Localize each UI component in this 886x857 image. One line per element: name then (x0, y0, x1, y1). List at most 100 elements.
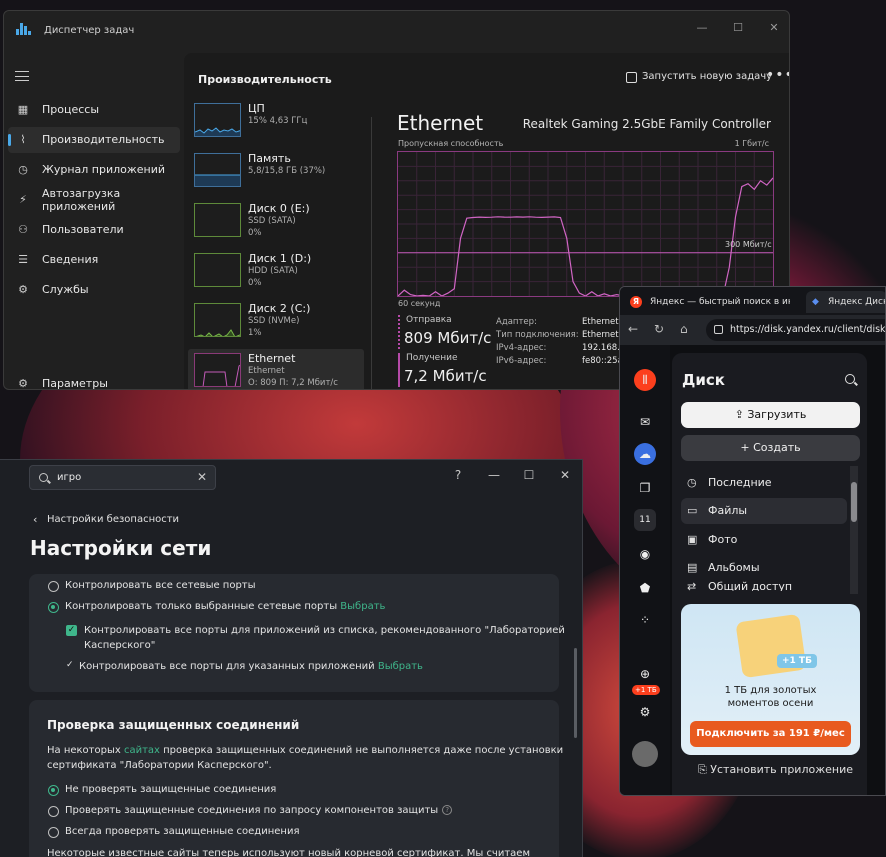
back-arrow-icon[interactable]: ← (628, 322, 638, 336)
description-text: проверка защищенных соединений не выполн… (159, 745, 564, 756)
settings-gear-icon[interactable]: ⚙ (634, 701, 656, 723)
scrollbar-thumb[interactable] (851, 482, 857, 522)
address-bar[interactable]: https://disk.yandex.ru/client/disk? (706, 319, 885, 341)
radio-no-scan[interactable] (48, 785, 59, 796)
select-ports-link[interactable]: Выбрать (340, 601, 385, 612)
settings-search-input[interactable]: игро ✕ (29, 465, 216, 490)
grid-icon: ▦ (17, 103, 29, 116)
resource-item-disk-1[interactable]: Диск 1 (D:) HDD (SATA) 0% (188, 249, 364, 297)
nav-label: Журнал приложений (42, 163, 166, 176)
help-icon[interactable]: ? (442, 805, 453, 815)
nav-item-services[interactable]: ⚙ Службы (8, 277, 180, 303)
resource-stat: 0% (248, 278, 262, 288)
disk-sidebar: Диск ⇪ Загрузить + Создать ◷ Последние ▭… (672, 353, 867, 795)
nav-item-startup[interactable]: ⚡ Автозагрузка приложений (8, 187, 180, 215)
disk-nav-files[interactable]: ▭ Файлы (681, 498, 847, 524)
radio-always-scan[interactable] (48, 827, 59, 838)
nav-item-settings[interactable]: ⚙ Параметры (8, 371, 180, 389)
disk-icon[interactable]: ☁ (634, 443, 656, 465)
subscribe-button[interactable]: Подключить за 191 ₽/мес (690, 721, 851, 747)
install-icon: ⎘ (698, 763, 711, 776)
minimize-button[interactable]: — (687, 17, 717, 39)
run-task-icon (626, 72, 637, 83)
maximize-button[interactable]: ☐ (519, 468, 539, 482)
disk-thumbnail-graph (194, 253, 241, 287)
install-label: Установить приложение (710, 763, 854, 776)
notes-icon[interactable]: ⬟ (634, 577, 656, 599)
tab-title: Яндекс Диск (828, 297, 886, 307)
select-apps-link[interactable]: Выбрать (378, 661, 423, 672)
resource-item-ethernet[interactable]: Ethernet Ethernet О: 809 П: 7,2 Мбит/с (188, 349, 364, 389)
mail-icon[interactable]: ✉ (634, 411, 656, 433)
radio-all-ports[interactable] (48, 581, 59, 592)
create-button[interactable]: + Создать (681, 435, 860, 461)
docs-icon[interactable]: ❐ (634, 477, 656, 499)
upgrade-icon[interactable]: ⊕ (634, 663, 656, 685)
resource-item-disk-2[interactable]: Диск 2 (C:) SSD (NVMe) 1% (188, 299, 364, 347)
reload-icon[interactable]: ↻ (654, 322, 664, 336)
nav-item-users[interactable]: ⚇ Пользователи (8, 217, 180, 243)
back-arrow-icon[interactable]: ‹ (33, 513, 37, 526)
disk-nav-shared[interactable]: ⇄ Общий доступ (681, 577, 847, 591)
nav-item-processes[interactable]: ▦ Процессы (8, 97, 180, 123)
run-new-task-button[interactable]: Запустить новую задачу (642, 71, 772, 82)
nav-label: Сведения (42, 253, 99, 266)
send-value: 809 Мбит/с (404, 329, 492, 347)
receive-label: Получение (406, 353, 458, 363)
close-button[interactable]: ✕ (759, 17, 789, 39)
tab-yandex-search[interactable]: Я Яндекс — быстрый поиск в инте ✕ (620, 291, 790, 313)
radio-scan-on-request[interactable] (48, 806, 59, 817)
messenger-icon[interactable]: ◉ (634, 543, 656, 565)
radio-selected-ports[interactable] (48, 602, 59, 613)
nav-label: Общий доступ (708, 580, 793, 591)
install-app-link[interactable]: ⎘ Установить приложение (698, 763, 853, 777)
upload-button[interactable]: ⇪ Загрузить (681, 402, 860, 428)
option-label: Контролировать все сетевые порты (65, 580, 256, 591)
nav-label: Автозагрузка приложений (42, 187, 121, 213)
nav-item-app-history[interactable]: ◷ Журнал приложений (8, 157, 180, 183)
bandwidth-max-label: 1 Гбит/с (734, 139, 769, 148)
storage-badge: +1 ТБ (632, 685, 660, 695)
clear-search-icon[interactable]: ✕ (197, 470, 207, 484)
maximize-button[interactable]: ☐ (723, 17, 753, 39)
home-icon[interactable]: ⌂ (680, 322, 688, 336)
minimize-button[interactable]: — (484, 468, 504, 482)
prop-value: Ethernet (582, 330, 619, 340)
resource-item-cpu[interactable]: ЦП 15% 4,63 ГГц (188, 99, 364, 147)
breadcrumb[interactable]: Настройки безопасности (47, 514, 179, 525)
help-button[interactable]: ? (448, 468, 468, 482)
nav-label: Фото (708, 533, 738, 546)
yandex-360-logo-icon[interactable]: ⦀ (634, 369, 656, 391)
receive-value: 7,2 Мбит/с (404, 367, 487, 385)
tab-yandex-disk[interactable]: ◆ Яндекс Диск (806, 291, 886, 313)
avatar[interactable] (632, 741, 658, 767)
more-options-icon[interactable]: ••• (766, 67, 789, 83)
calendar-icon[interactable]: 11 (634, 509, 656, 531)
search-icon[interactable] (845, 374, 855, 384)
site-info-icon (714, 325, 723, 334)
all-services-icon[interactable]: ⁘ (634, 609, 656, 631)
resource-item-disk-0[interactable]: Диск 0 (E:) SSD (SATA) 0% (188, 199, 364, 247)
resource-item-memory[interactable]: Память 5,8/15,8 ГБ (37%) (188, 149, 364, 197)
section-description: На некоторых сайтах проверка защищенных … (47, 745, 563, 756)
sidebar-scrollbar[interactable] (850, 466, 858, 594)
nav-item-performance[interactable]: ⌇ Производительность (8, 127, 180, 153)
page-title: Производительность (198, 73, 332, 86)
create-label: Создать (753, 441, 801, 454)
close-button[interactable]: ✕ (555, 468, 575, 482)
nav-item-details[interactable]: ☰ Сведения (8, 247, 180, 273)
title-bar[interactable]: Диспетчер задач — ☐ ✕ (4, 11, 789, 51)
adapter-name: Realtek Gaming 2.5GbE Family Controller (522, 117, 771, 131)
sites-link[interactable]: сайтах (124, 745, 160, 756)
scrollbar[interactable] (574, 648, 577, 738)
disk-favicon-icon: ◆ (812, 297, 819, 307)
description-text: На некоторых (47, 745, 124, 756)
checkbox-recommended-apps[interactable]: ✓ (66, 625, 77, 636)
option-label: Всегда проверять защищенные соединения (65, 826, 300, 837)
disk-nav-photo[interactable]: ▣ Фото (681, 527, 847, 553)
hamburger-menu-icon[interactable] (15, 71, 29, 81)
disk-nav-recent[interactable]: ◷ Последние (681, 470, 847, 496)
option-text: Проверять защищенные соединения по запро… (65, 805, 439, 816)
graph-mark-label: 300 Мбит/с (725, 240, 772, 249)
nav-label: Производительность (42, 133, 165, 146)
